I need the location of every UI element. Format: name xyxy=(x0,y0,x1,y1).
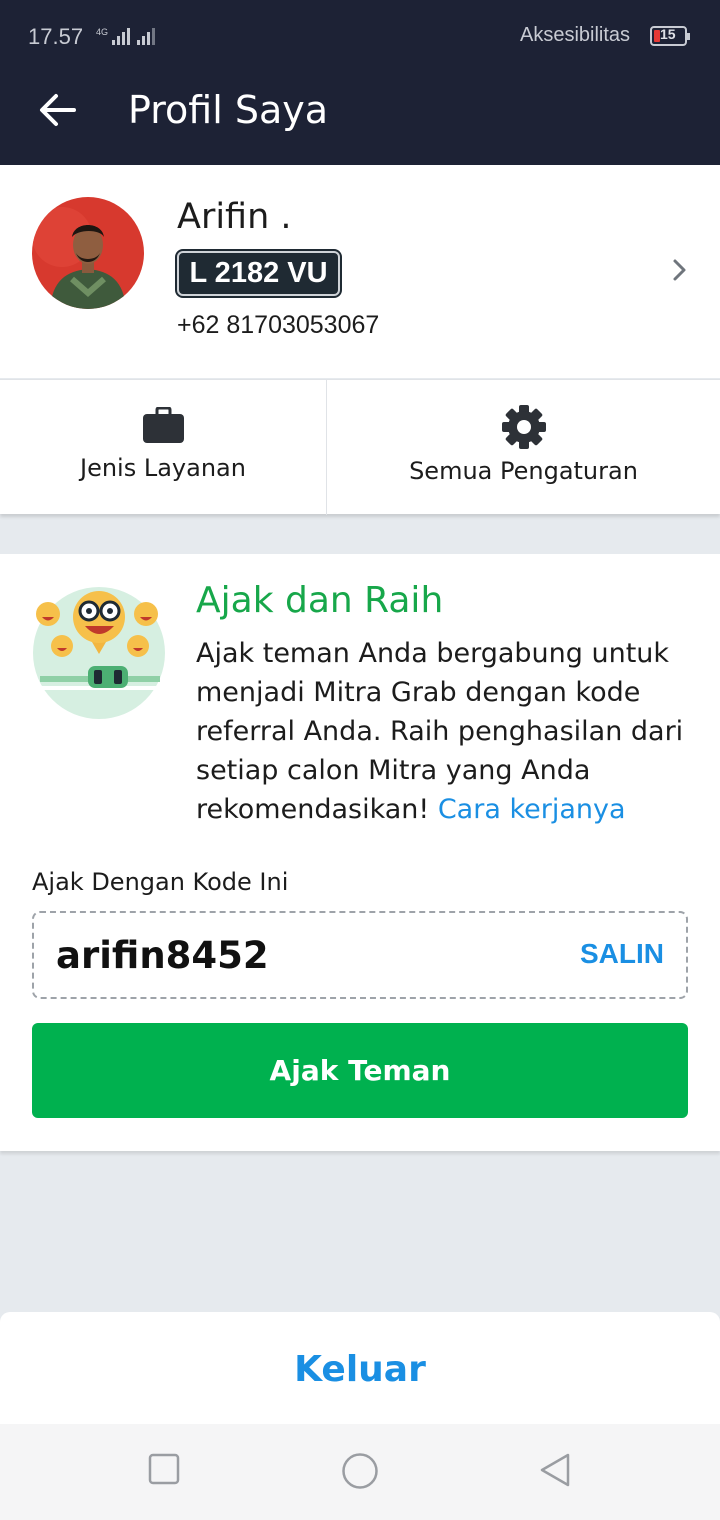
signal-icon xyxy=(112,27,130,45)
referral-illustration xyxy=(33,587,165,719)
system-nav-bar xyxy=(0,1424,720,1520)
battery-icon: 15 xyxy=(650,26,687,46)
gear-icon xyxy=(502,405,546,449)
referral-code-box: arifin8452 SALIN xyxy=(32,911,688,999)
license-plate: L 2182 VU xyxy=(177,251,340,296)
shortcut-row: Jenis Layanan Semua Pengaturan xyxy=(0,379,720,515)
chevron-right-icon[interactable] xyxy=(666,256,694,284)
triangle-back-icon[interactable] xyxy=(538,1452,572,1488)
referral-code: arifin8452 xyxy=(56,934,269,977)
how-it-works-link[interactable]: Cara kerjanya xyxy=(438,794,626,825)
all-settings-label: Semua Pengaturan xyxy=(409,457,638,485)
referral-card: Ajak dan Raih Ajak teman Anda bergabung … xyxy=(0,554,720,1151)
referral-description: Ajak teman Anda bergabung untuk menjadi … xyxy=(196,634,696,829)
status-time: 17.57 xyxy=(28,24,84,49)
copy-code-button[interactable]: SALIN xyxy=(580,938,664,970)
signal-icon xyxy=(137,27,155,45)
all-settings-button[interactable]: Semua Pengaturan xyxy=(327,380,720,515)
arrow-left-icon[interactable] xyxy=(36,88,80,132)
accessibility-label: Aksesibilitas xyxy=(520,24,631,46)
service-type-button[interactable]: Jenis Layanan xyxy=(0,380,327,515)
invite-friends-button[interactable]: Ajak Teman xyxy=(32,1023,688,1118)
driver-name: Arifin . xyxy=(177,197,292,237)
page-title: Profil Saya xyxy=(128,88,329,132)
battery-percent: 15 xyxy=(660,26,676,42)
app-header: 17.57 4G Aksesibilitas 15 Profil Saya xyxy=(0,0,720,165)
square-recent-apps-icon[interactable] xyxy=(148,1452,180,1486)
profile-card[interactable]: Arifin . L 2182 VU +62 81703053067 xyxy=(0,165,720,378)
referral-title: Ajak dan Raih xyxy=(196,580,444,621)
briefcase-icon xyxy=(143,407,184,443)
network-type: 4G xyxy=(96,27,109,37)
phone-number: +62 81703053067 xyxy=(177,311,380,339)
service-type-label: Jenis Layanan xyxy=(80,454,246,482)
circle-home-icon[interactable] xyxy=(341,1452,379,1490)
battery-tip xyxy=(687,33,690,40)
avatar[interactable] xyxy=(32,197,144,309)
referral-code-label: Ajak Dengan Kode Ini xyxy=(32,868,289,896)
logout-button[interactable]: Keluar xyxy=(0,1312,720,1424)
